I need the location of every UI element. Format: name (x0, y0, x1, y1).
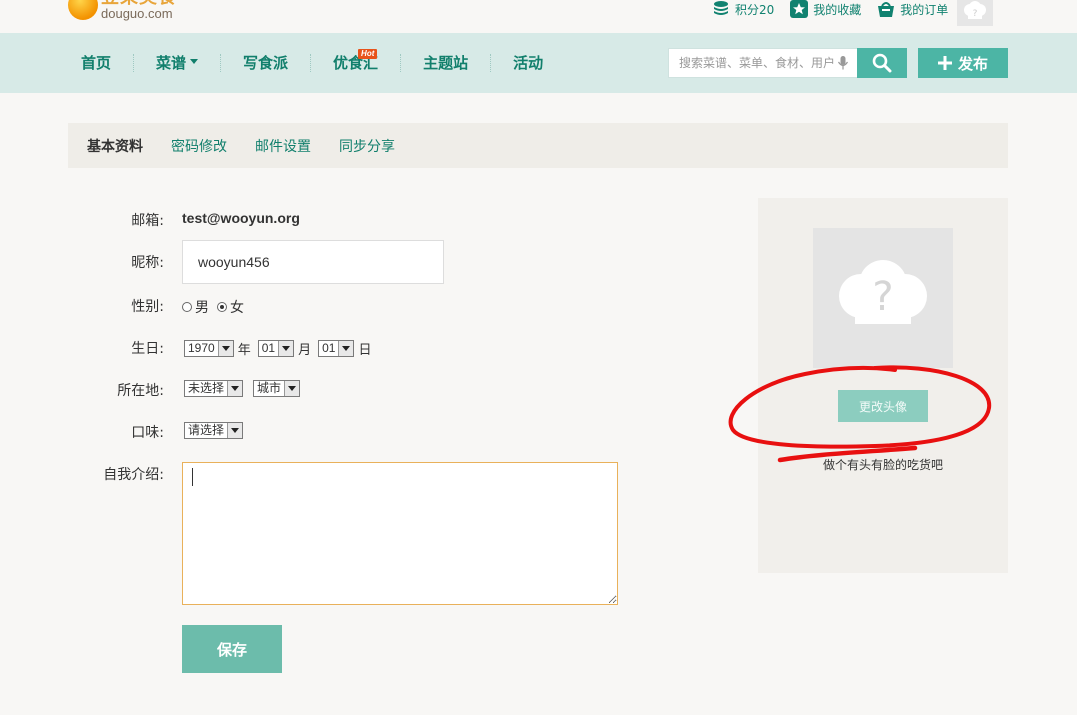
taste-row: 请选择 (184, 422, 244, 439)
tab-password[interactable]: 密码修改 (171, 136, 227, 156)
points-link[interactable]: 积分20 (712, 0, 774, 18)
points-label: 积分20 (735, 2, 775, 17)
intro-textarea[interactable] (182, 462, 618, 605)
nav-item-theme[interactable]: 主题站 (400, 54, 490, 72)
email-value: test@wooyun.org (182, 210, 300, 226)
birth-year-select[interactable]: 1970 (184, 340, 234, 357)
svg-text:?: ? (872, 274, 893, 320)
top-links: 积分20 我的收藏 我的订单 (712, 0, 948, 18)
nav-item-label: 菜谱 (156, 54, 187, 72)
gender-male-radio[interactable] (182, 302, 192, 312)
tab-sync-share[interactable]: 同步分享 (339, 136, 395, 156)
chevron-down-icon (227, 423, 243, 438)
chevron-down-icon (278, 341, 294, 356)
avatar-tip: 做个有头有脸的吃货吧 (822, 458, 943, 472)
birth-day-value: 01 (322, 341, 336, 355)
site-logo[interactable]: 豆果美食 douguo.com (68, 0, 198, 26)
taste-label: 口味: (131, 425, 164, 441)
text-cursor (192, 468, 193, 486)
tab-email-settings[interactable]: 邮件设置 (255, 136, 311, 156)
nav-item-recipes[interactable]: 菜谱 (133, 54, 220, 72)
chef-hat-icon: ? (839, 260, 927, 324)
birth-month-select[interactable]: 01 (257, 340, 295, 357)
star-icon (790, 0, 809, 18)
orders-link[interactable]: 我的订单 (877, 0, 948, 18)
orders-label: 我的订单 (900, 2, 949, 17)
day-unit: 日 (358, 343, 372, 358)
save-button[interactable]: 保存 (182, 625, 282, 673)
logo-name-en: douguo.com (101, 6, 173, 21)
birthday-row: 1970 年 01 月 01 日 (184, 339, 375, 358)
taste-select[interactable]: 请选择 (184, 422, 244, 439)
birthday-label: 生日: (131, 341, 164, 357)
search-input[interactable] (669, 49, 837, 77)
birth-day-select[interactable]: 01 (318, 340, 355, 357)
year-unit: 年 (237, 343, 251, 358)
top-bar: 豆果美食 douguo.com 积分20 我的收藏 我的订单 (0, 0, 1077, 33)
birth-month-value: 01 (261, 341, 276, 355)
hot-badge: Hot (358, 49, 378, 59)
settings-tabs: 基本资料 密码修改 邮件设置 同步分享 (68, 123, 1008, 168)
province-value: 未选择 (188, 381, 225, 395)
chef-hat-icon: ? (964, 1, 986, 19)
chevron-down-icon (338, 341, 354, 356)
month-unit: 月 (298, 343, 312, 358)
nav-items: 首页 菜谱 写食派 优食汇 Hot 主题站 活动 (68, 33, 565, 93)
nickname-input[interactable] (182, 240, 444, 284)
plus-icon (937, 56, 952, 70)
nickname-label: 昵称: (131, 255, 164, 271)
publish-button[interactable]: 发布 (918, 48, 1008, 78)
nav-item-events[interactable]: 活动 (490, 54, 565, 72)
search-box (668, 48, 858, 78)
nav-item-label: 写食派 (243, 54, 289, 72)
chevron-down-icon (227, 381, 243, 396)
gender-female-radio[interactable] (217, 302, 227, 312)
location-label: 所在地: (117, 383, 164, 399)
gender-male-label: 男 (195, 300, 209, 316)
logo-ball-icon (68, 0, 98, 20)
nav-item-label: 活动 (513, 54, 544, 72)
gender-female-label: 女 (230, 300, 244, 316)
coins-icon (714, 1, 728, 15)
province-select[interactable]: 未选择 (184, 380, 244, 397)
chevron-down-icon (190, 59, 199, 64)
gender-radio-group: 男 女 (182, 297, 252, 317)
nav-item-shop[interactable]: 优食汇 Hot (310, 49, 400, 72)
svg-text:?: ? (973, 9, 978, 19)
chevron-down-icon (217, 341, 233, 356)
user-avatar[interactable]: ? (957, 0, 993, 26)
taste-value: 请选择 (188, 423, 225, 437)
intro-label: 自我介绍: (103, 467, 164, 483)
basket-icon (878, 2, 895, 17)
nav-item-food-posts[interactable]: 写食派 (220, 54, 310, 72)
tab-basic-info[interactable]: 基本资料 (87, 136, 143, 156)
search-button[interactable] (857, 48, 907, 78)
favorites-label: 我的收藏 (813, 2, 862, 17)
change-avatar-button[interactable]: 更改头像 (838, 390, 928, 422)
nav-item-home[interactable]: 首页 (68, 54, 133, 72)
microphone-icon[interactable] (837, 55, 849, 71)
email-label: 邮箱: (131, 213, 164, 229)
gender-label: 性别: (131, 299, 164, 315)
nav-item-label: 主题站 (423, 54, 469, 72)
location-row: 未选择 城市 (184, 380, 301, 397)
avatar-preview: ? (813, 228, 953, 368)
publish-label: 发布 (957, 54, 988, 73)
search-icon (872, 53, 892, 73)
favorites-link[interactable]: 我的收藏 (790, 0, 861, 18)
city-value: 城市 (257, 381, 282, 395)
chevron-down-icon (284, 381, 300, 396)
city-select[interactable]: 城市 (253, 380, 301, 397)
nav-item-label: 首页 (81, 54, 112, 72)
birth-year-value: 1970 (188, 341, 215, 355)
main-nav: 首页 菜谱 写食派 优食汇Hot 主题站 活动 发布 (0, 33, 1077, 93)
